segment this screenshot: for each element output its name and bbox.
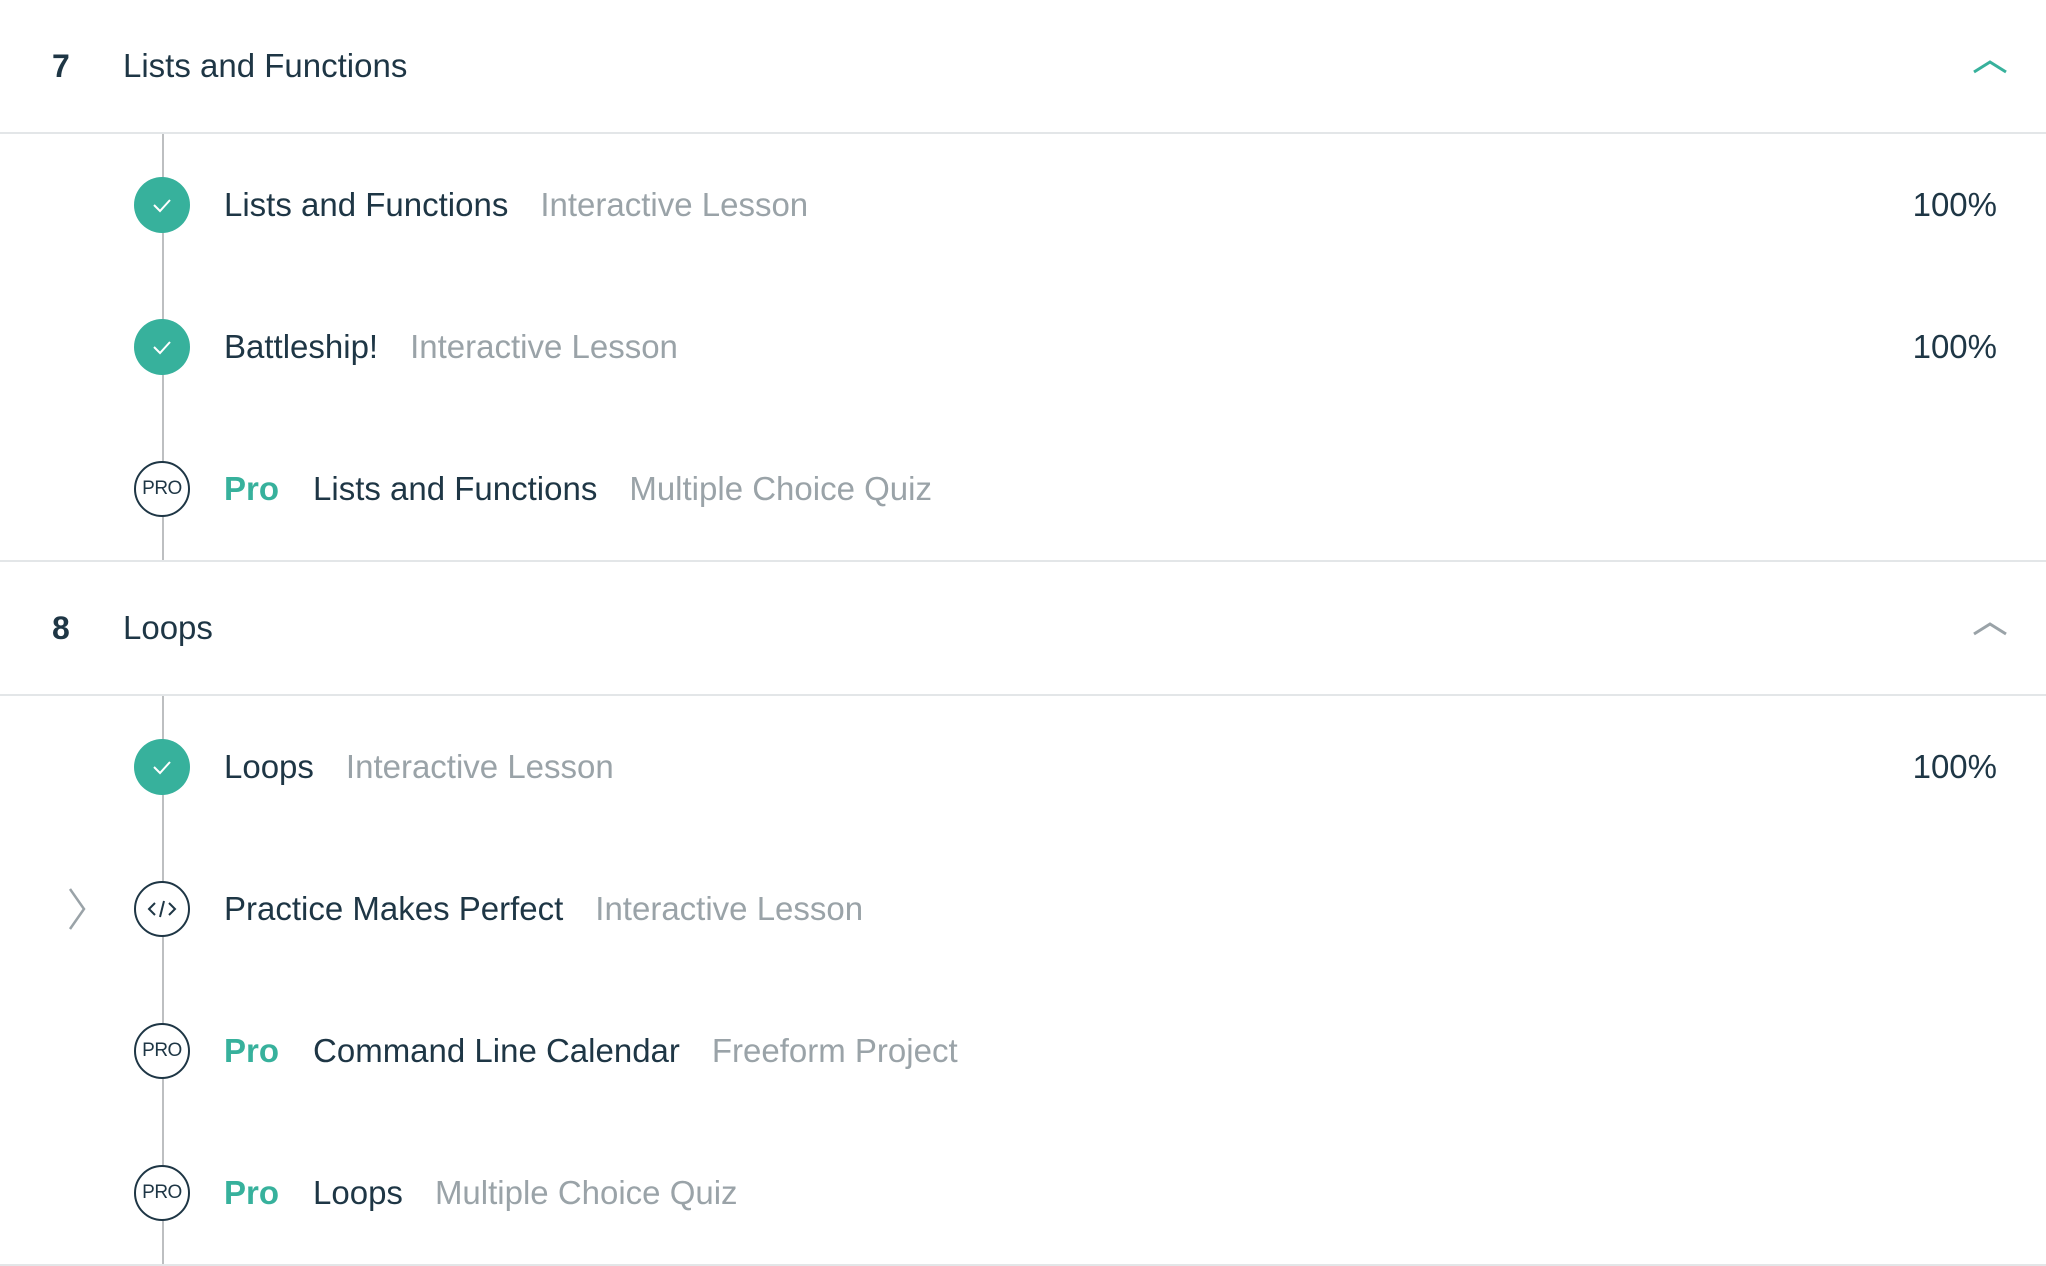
list-item[interactable]: Lists and Functions Interactive Lesson 1… [0,134,2046,276]
section-items: Lists and Functions Interactive Lesson 1… [0,134,2046,562]
item-title[interactable]: Battleship! [224,328,378,366]
item-title[interactable]: Lists and Functions [224,186,508,224]
pro-badge-icon: PRO [134,461,190,517]
section-7: 7 Lists and Functions Lists and Function… [0,0,2046,562]
section-8: 8 Loops Loops Interactive Lesson 100% Pr… [0,562,2046,1266]
course-syllabus: 7 Lists and Functions Lists and Function… [0,0,2046,1266]
item-title[interactable]: Command Line Calendar [313,1032,680,1070]
item-type: Interactive Lesson [540,186,809,223]
pro-tag: Pro [224,1032,280,1069]
check-icon [134,319,190,375]
item-progress: 100% [1912,328,1997,365]
pro-tag: Pro [224,1174,280,1211]
item-progress: 100% [1912,748,1997,785]
item-title[interactable]: Loops [313,1174,403,1212]
item-type: Multiple Choice Quiz [434,1174,738,1211]
list-item[interactable]: PRO Pro Loops Multiple Choice Quiz [0,1122,2046,1264]
item-progress: 100% [1912,186,1997,223]
chevron-right-icon [66,885,90,933]
pro-tag: Pro [224,470,280,507]
item-title[interactable]: Loops [224,748,314,786]
check-icon [134,739,190,795]
list-item[interactable]: PRO Pro Command Line Calendar Freeform P… [0,980,2046,1122]
list-item-current[interactable]: Practice Makes Perfect Interactive Lesso… [0,838,2046,980]
list-item[interactable]: Loops Interactive Lesson 100% [0,696,2046,838]
item-type: Interactive Lesson [410,328,678,365]
section-header[interactable]: 8 Loops [0,562,2046,696]
check-icon [134,177,190,233]
list-item[interactable]: PRO Pro Lists and Functions Multiple Cho… [0,418,2046,560]
item-type: Multiple Choice Quiz [629,470,932,507]
list-item[interactable]: Battleship! Interactive Lesson 100% [0,276,2046,418]
item-type: Freeform Project [711,1032,958,1069]
section-number: 8 [52,610,70,646]
section-header[interactable]: 7 Lists and Functions [0,0,2046,134]
section-title[interactable]: Loops [123,562,213,694]
item-type: Interactive Lesson [595,890,864,927]
chevron-up-icon[interactable] [1970,608,2010,648]
code-icon [134,881,190,937]
item-title[interactable]: Lists and Functions [313,470,597,508]
section-title[interactable]: Lists and Functions [123,0,407,132]
pro-badge-icon: PRO [134,1165,190,1221]
chevron-up-icon[interactable] [1970,46,2010,86]
pro-badge-icon: PRO [134,1023,190,1079]
section-number: 7 [52,48,70,84]
item-title[interactable]: Practice Makes Perfect [224,890,563,928]
section-items: Loops Interactive Lesson 100% Practice M… [0,696,2046,1266]
item-type: Interactive Lesson [345,748,614,785]
